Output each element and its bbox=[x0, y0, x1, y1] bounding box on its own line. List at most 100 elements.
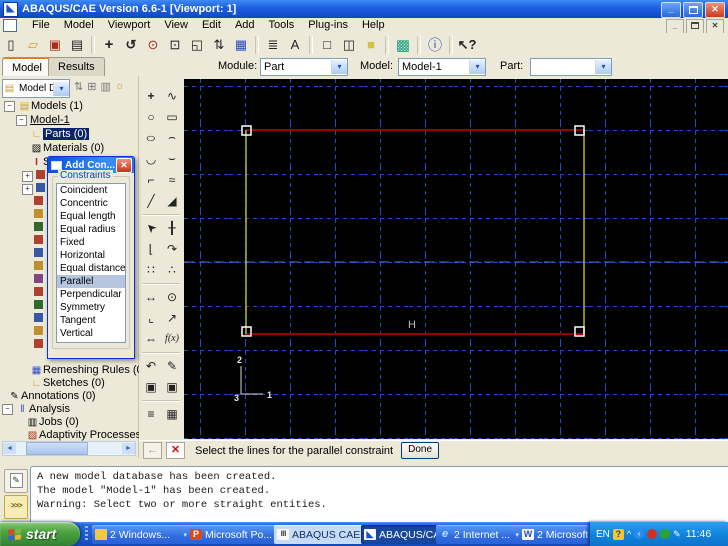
status-tray-icon[interactable] bbox=[660, 529, 670, 539]
list-item-selected[interactable]: Parallel bbox=[57, 275, 125, 288]
context-help-icon[interactable]: ↖? bbox=[456, 35, 478, 55]
viewport-table-icon[interactable]: ▦ bbox=[230, 35, 252, 55]
scroll-left-icon[interactable]: ◄ bbox=[3, 443, 16, 454]
query-ladder-icon[interactable]: ≣ bbox=[262, 35, 284, 55]
taskbar-abaqus-active[interactable]: ◣ ABAQUS/CA... bbox=[361, 525, 439, 544]
offset-tool[interactable]: ⌊ bbox=[141, 239, 161, 258]
language-indicator[interactable]: EN bbox=[596, 529, 610, 540]
list-item[interactable]: Coincident bbox=[57, 184, 125, 197]
resize-sketch-tool[interactable]: ⇔ bbox=[141, 329, 161, 348]
tree-item-analysis[interactable]: −‖Analysis bbox=[2, 403, 70, 416]
tree-create-icon[interactable]: ⊞ bbox=[87, 80, 96, 93]
child-close-button[interactable]: ✕ bbox=[706, 19, 724, 34]
sketch-spline-fit-tool[interactable]: ≈ bbox=[162, 170, 182, 189]
tree-item-materials[interactable]: ▨Materials (0) bbox=[30, 142, 104, 155]
tab-model[interactable]: Model bbox=[2, 57, 52, 77]
tree-item-obscured[interactable] bbox=[34, 248, 45, 261]
part-select[interactable]: ▾ bbox=[530, 58, 612, 76]
tree-item-remeshing-rules[interactable]: ▦Remeshing Rules (0) bbox=[30, 364, 146, 377]
taskbar-internet-group[interactable]: e 2 Internet ...▾ bbox=[436, 525, 522, 544]
child-minimize-button[interactable]: _ bbox=[666, 19, 684, 34]
edit-dimension-tool[interactable]: ↗ bbox=[162, 308, 182, 327]
print-icon[interactable]: ▤ bbox=[66, 35, 88, 55]
pan-icon[interactable]: + bbox=[98, 35, 120, 55]
list-item[interactable]: Equal radius bbox=[57, 223, 125, 236]
prompt-back-icon[interactable]: ← bbox=[143, 442, 162, 459]
sketch-line-tool[interactable]: ╱ bbox=[141, 191, 161, 210]
tree-item-obscured[interactable] bbox=[34, 235, 45, 248]
menu-view[interactable]: View bbox=[157, 18, 195, 33]
sketch-arc-tangent-tool[interactable]: ⌢ bbox=[162, 128, 182, 147]
menu-plugins[interactable]: Plug-ins bbox=[301, 18, 355, 33]
tree-item-obscured[interactable] bbox=[34, 261, 45, 274]
sketch-circle-tool[interactable]: ○ bbox=[141, 107, 161, 126]
scrollbar-thumb[interactable] bbox=[26, 442, 88, 455]
query-a-icon[interactable]: A bbox=[284, 35, 306, 55]
taskbar-abaqus-cae[interactable]: ‖‖ ABAQUS CAE bbox=[274, 525, 364, 544]
start-button[interactable]: start bbox=[0, 522, 80, 546]
sketch-arc-center-tool[interactable]: ◡ bbox=[141, 149, 161, 168]
chevron-down-icon[interactable]: ▾ bbox=[469, 60, 485, 74]
tree-sort-icon[interactable]: ⇅ bbox=[74, 80, 83, 93]
module-select[interactable]: Part▾ bbox=[260, 58, 348, 76]
tree-item-obscured[interactable] bbox=[34, 209, 45, 222]
undo-tool[interactable]: ↶ bbox=[141, 356, 161, 375]
tree-item-obscured[interactable] bbox=[34, 274, 45, 287]
sketch-point-tool[interactable]: + bbox=[141, 86, 161, 105]
menu-add[interactable]: Add bbox=[228, 18, 262, 33]
taskbar-powerpoint[interactable]: P Microsoft Po... bbox=[187, 525, 277, 544]
tree-item-obscured[interactable] bbox=[34, 222, 45, 235]
add-constraint-tool[interactable]: ⊙ bbox=[162, 287, 182, 306]
sketcher-options-tool[interactable]: ≡ bbox=[141, 404, 161, 423]
list-item[interactable]: Concentric bbox=[57, 197, 125, 210]
list-item[interactable]: Perpendicular bbox=[57, 288, 125, 301]
child-restore-button[interactable] bbox=[686, 19, 704, 34]
tree-item-jobs[interactable]: ▥Jobs (0) bbox=[26, 416, 79, 429]
taskbar-word-group[interactable]: W 2 Microsoft...▾ bbox=[519, 525, 593, 544]
edge-dimension-tool[interactable]: ⌞ bbox=[141, 308, 161, 327]
fit-view-icon[interactable]: ◱ bbox=[186, 35, 208, 55]
list-item[interactable]: Tangent bbox=[57, 314, 125, 327]
close-button[interactable]: ✕ bbox=[705, 2, 725, 18]
lightbulb-icon[interactable]: ☼ bbox=[115, 80, 125, 93]
wireframe-cube-icon[interactable]: □ bbox=[316, 35, 338, 55]
minimize-button[interactable]: _ bbox=[661, 2, 681, 18]
tree-horizontal-scrollbar[interactable]: ◄ ► bbox=[2, 441, 136, 456]
chevron-down-icon[interactable]: ▾ bbox=[595, 60, 611, 74]
chevron-down-icon[interactable]: ▾ bbox=[331, 60, 347, 74]
parameter-fx-tool[interactable]: f(x) bbox=[162, 329, 182, 348]
pen-tray-icon[interactable]: ✎ bbox=[673, 529, 681, 540]
list-item[interactable]: Horizontal bbox=[57, 249, 125, 262]
zoom-box-icon[interactable]: ⊡ bbox=[164, 35, 186, 55]
tree-item-obscured[interactable] bbox=[34, 196, 45, 209]
security-tray-icon[interactable] bbox=[647, 529, 657, 539]
edit-sketch-tool[interactable]: ✎ bbox=[162, 356, 182, 375]
rotate-icon[interactable]: ↺ bbox=[120, 35, 142, 55]
viewport-child-icon[interactable] bbox=[3, 19, 17, 32]
dialog-close-icon[interactable]: ✕ bbox=[116, 158, 132, 173]
menu-help[interactable]: Help bbox=[355, 18, 392, 33]
tree-item-obscured[interactable]: + bbox=[22, 170, 47, 183]
dimension-tool[interactable]: ↔ bbox=[141, 287, 161, 306]
sketch-arc-3pt-tool[interactable]: ⌣ bbox=[162, 149, 182, 168]
project-edges-tool[interactable]: ↷ bbox=[162, 239, 182, 258]
render-mesh-icon[interactable]: ▩ bbox=[392, 35, 414, 55]
tree-item-obscured[interactable]: + bbox=[22, 183, 47, 196]
collapse-icon[interactable]: − bbox=[2, 404, 13, 415]
tree-context-select[interactable]: ▤ Model D ▾ bbox=[2, 79, 70, 98]
tab-results[interactable]: Results bbox=[48, 57, 105, 76]
scroll-right-icon[interactable]: ► bbox=[122, 443, 135, 454]
tree-filter-icon[interactable]: ▥ bbox=[100, 80, 110, 93]
message-log[interactable]: A new model database has been created. T… bbox=[30, 466, 728, 524]
sketcher-customize-tool[interactable]: ▦ bbox=[162, 404, 182, 423]
new-file-icon[interactable]: ▯ bbox=[0, 35, 22, 55]
command-line-tab[interactable]: >>> bbox=[4, 495, 28, 519]
shaded-cube-icon[interactable]: ■ bbox=[360, 35, 382, 55]
save-sketch-tool[interactable]: ▣ bbox=[141, 377, 161, 396]
tree-item-annotations[interactable]: ✎Annotations (0) bbox=[8, 390, 96, 403]
construction-line-tool[interactable]: ╂ bbox=[162, 218, 182, 237]
tree-item-model1[interactable]: −Model-1 bbox=[16, 114, 70, 127]
tree-item-obscured[interactable] bbox=[34, 300, 45, 313]
linear-pattern-tool[interactable]: ∷ bbox=[141, 260, 161, 279]
hiddenline-cube-icon[interactable]: ◫ bbox=[338, 35, 360, 55]
